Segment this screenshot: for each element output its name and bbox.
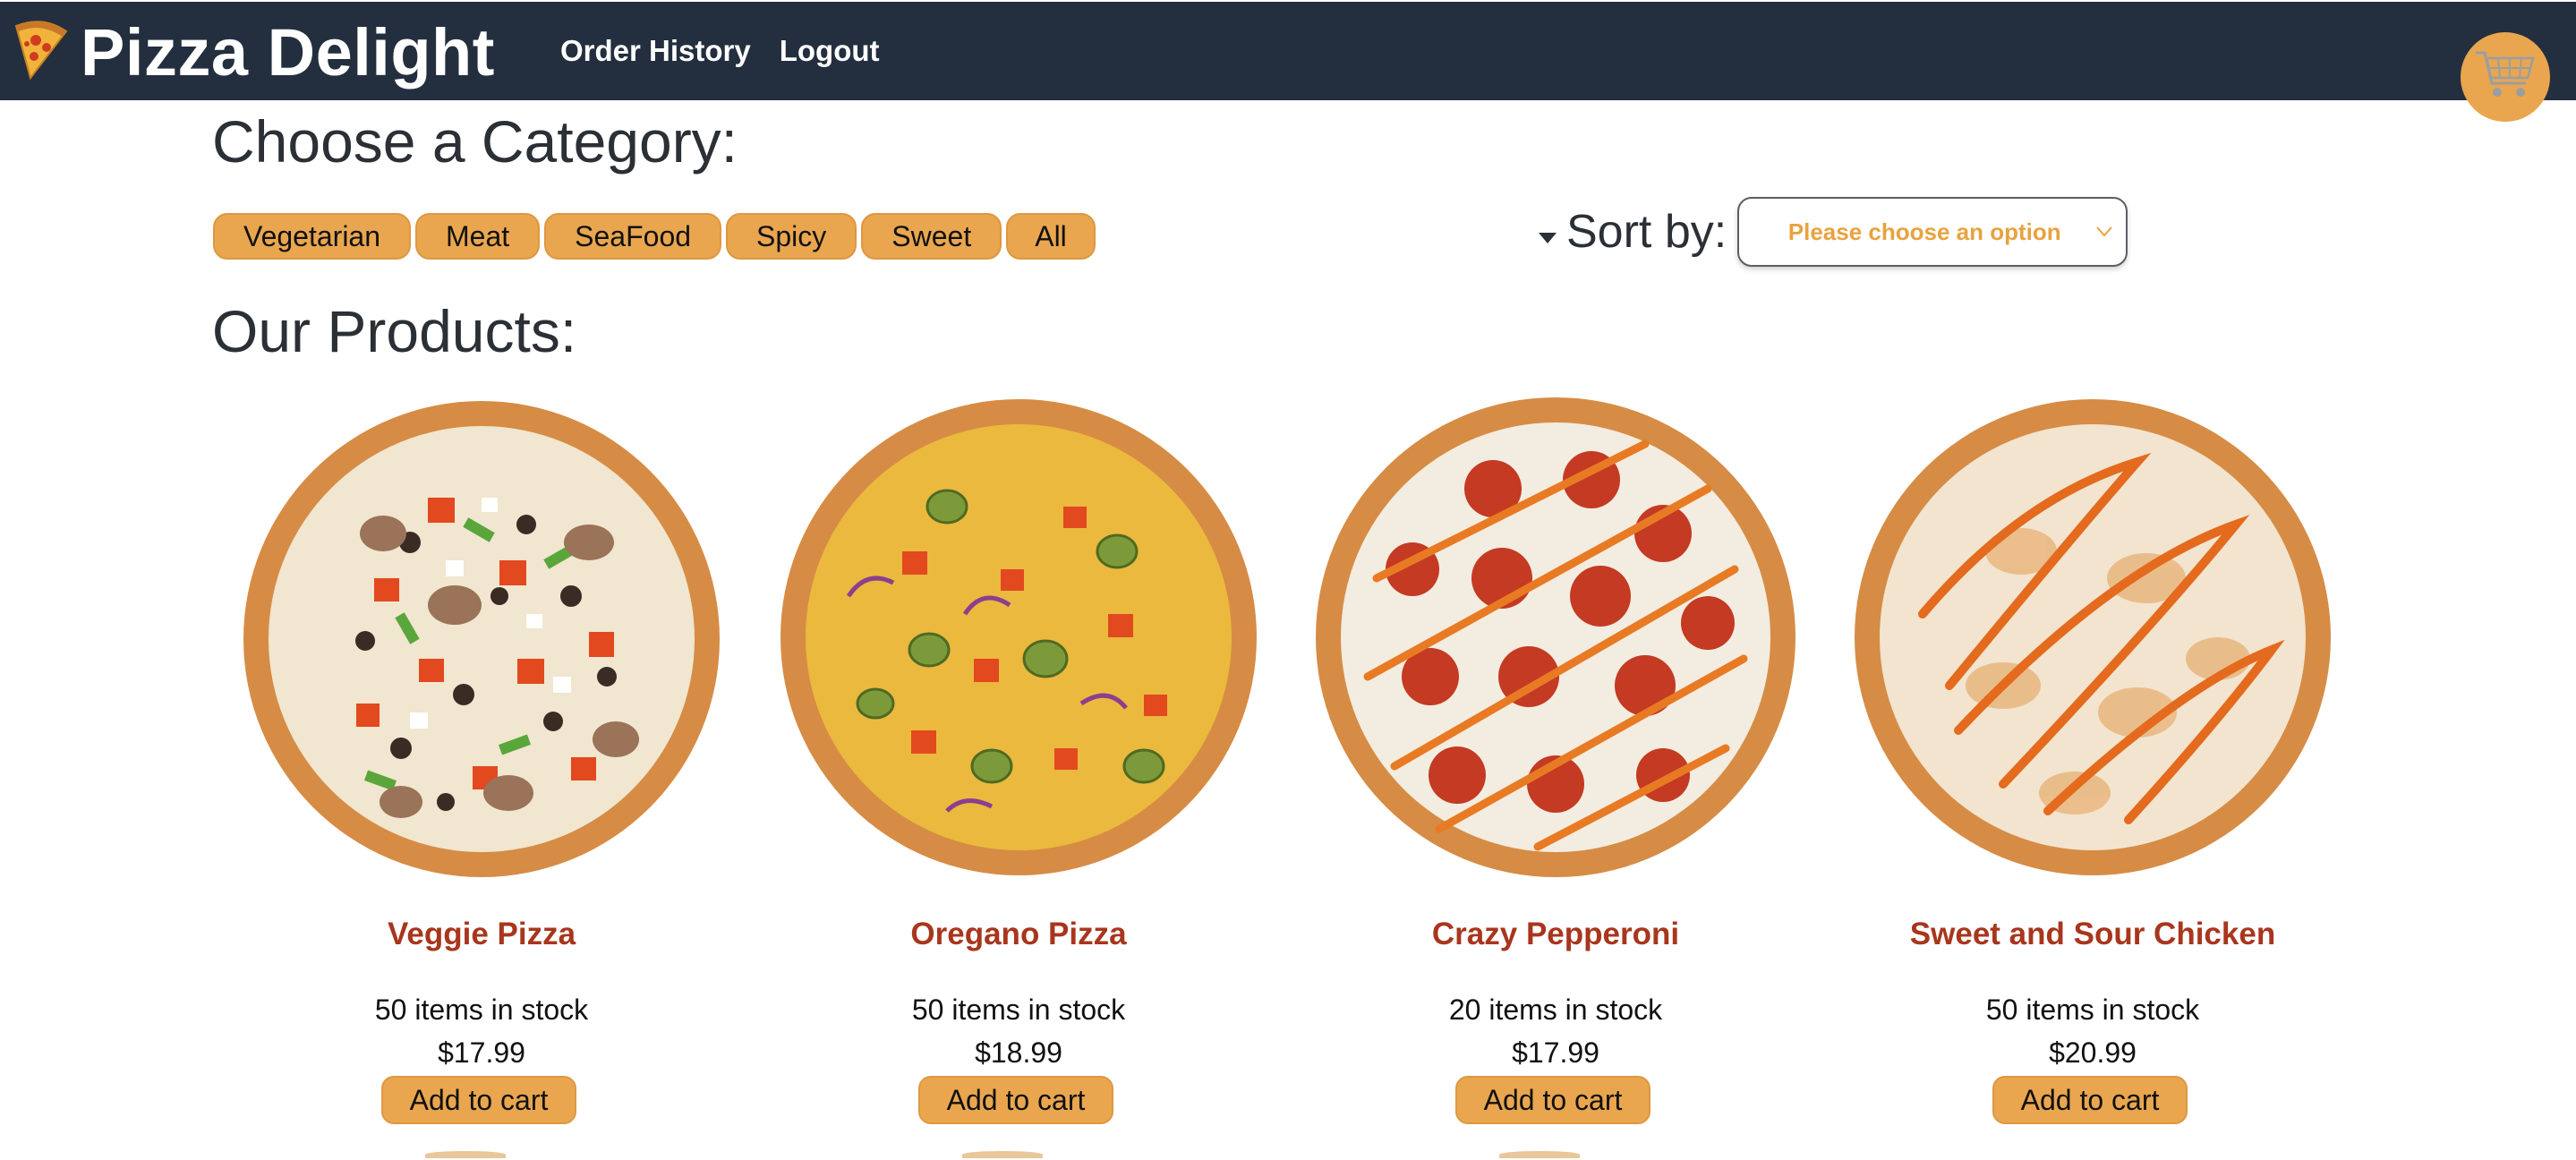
product-name[interactable]: Veggie Pizza	[231, 917, 732, 952]
add-to-cart-button[interactable]: Add to cart	[381, 1076, 576, 1124]
next-row-image-edge	[962, 1151, 1043, 1158]
product-image-sweet-sour-chicken[interactable]	[1842, 390, 2343, 891]
cart-button[interactable]	[2461, 32, 2550, 122]
pizza-slice-icon	[11, 19, 70, 86]
brand[interactable]: Pizza Delight	[11, 9, 495, 95]
category-heading: Choose a Category:	[212, 108, 738, 175]
category-sweet-button[interactable]: Sweet	[861, 213, 1002, 260]
product-card: Crazy Pepperoni 20 items in stock $17.99…	[1305, 390, 1806, 1160]
product-image-veggie[interactable]	[231, 390, 732, 891]
product-price: $20.99	[2049, 1036, 2137, 1069]
product-card: Oregano Pizza 50 items in stock $18.99 A…	[768, 390, 1269, 1160]
product-image-pepperoni[interactable]	[1305, 390, 1806, 891]
category-meat-button[interactable]: Meat	[415, 213, 541, 260]
caret-down-icon	[1538, 216, 1557, 249]
product-stock: 50 items in stock	[1985, 994, 2200, 1026]
category-all-button[interactable]: All	[1006, 213, 1096, 260]
next-row-image-edge	[425, 1151, 506, 1158]
product-card: Veggie Pizza 50 items in stock $17.99 Ad…	[231, 390, 732, 1160]
products-heading: Our Products:	[212, 298, 577, 364]
product-stock: 20 items in stock	[1448, 994, 1663, 1026]
add-to-cart-button[interactable]: Add to cart	[918, 1076, 1113, 1124]
navbar: Pizza Delight Order History Logout	[0, 0, 2576, 122]
sort-select-value: Please choose an option	[1787, 218, 2061, 245]
next-row-image-edge	[1499, 1151, 1580, 1158]
category-spicy-button[interactable]: Spicy	[726, 213, 857, 260]
product-name[interactable]: Oregano Pizza	[768, 917, 1269, 952]
product-price: $17.99	[438, 1036, 525, 1069]
product-image-oregano[interactable]	[768, 390, 1269, 891]
category-seafood-button[interactable]: SeaFood	[544, 213, 722, 260]
logout-link[interactable]: Logout	[780, 34, 880, 68]
sort-select[interactable]: Please choose an option	[1737, 197, 2128, 267]
category-filter: Vegetarian Meat SeaFood Spicy Sweet All	[213, 213, 1096, 260]
product-card: Sweet and Sour Chicken 50 items in stock…	[1842, 390, 2343, 1160]
nav-links: Order History Logout	[560, 34, 880, 68]
order-history-link[interactable]: Order History	[560, 34, 751, 68]
add-to-cart-button[interactable]: Add to cart	[1455, 1076, 1651, 1124]
sort-control: Sort by: Please choose an option	[1538, 197, 2128, 267]
product-price: $17.99	[1512, 1036, 1599, 1069]
sort-label: Sort by:	[1566, 206, 1727, 258]
add-to-cart-button[interactable]: Add to cart	[1992, 1076, 2188, 1124]
product-name[interactable]: Crazy Pepperoni	[1305, 917, 1806, 952]
product-price: $18.99	[975, 1036, 1062, 1069]
product-stock: 50 items in stock	[374, 994, 589, 1026]
category-vegetarian-button[interactable]: Vegetarian	[213, 213, 412, 260]
shopping-cart-icon	[2474, 47, 2537, 107]
product-stock: 50 items in stock	[911, 994, 1126, 1026]
brand-name: Pizza Delight	[81, 14, 495, 90]
product-name[interactable]: Sweet and Sour Chicken	[1842, 917, 2343, 952]
